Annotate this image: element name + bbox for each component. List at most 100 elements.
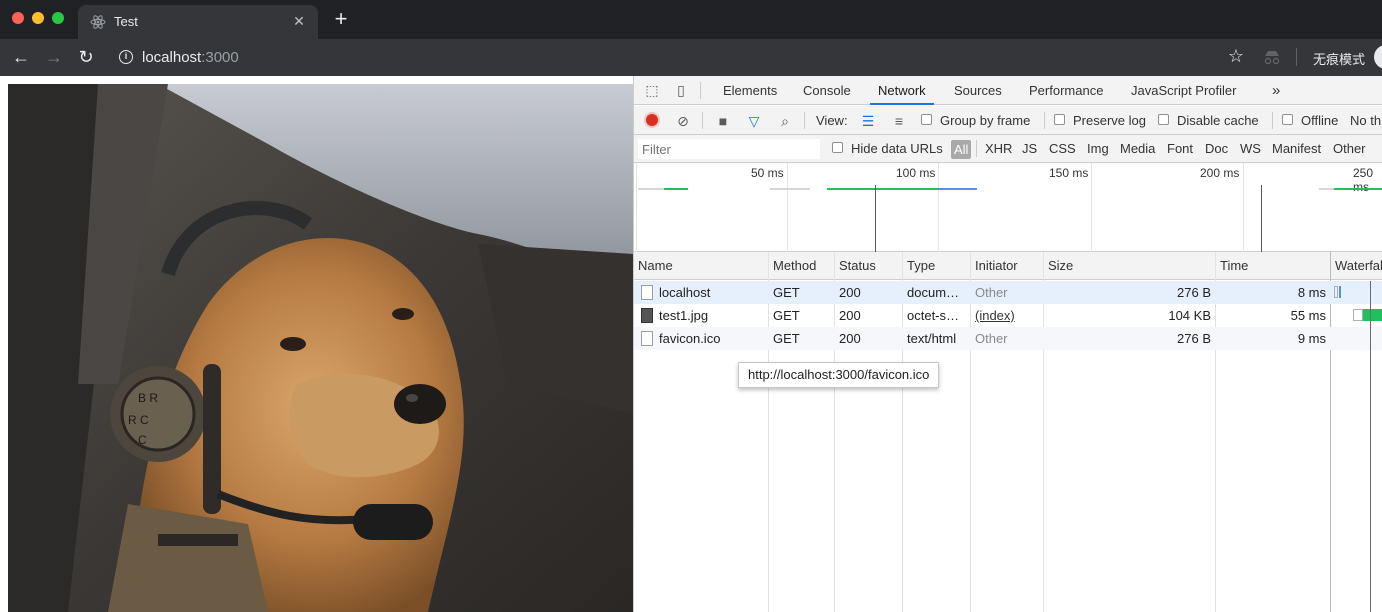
- overview-tick-label: 150 ms: [1049, 166, 1089, 180]
- column-name[interactable]: Name: [634, 252, 673, 280]
- tab-elements[interactable]: Elements: [723, 76, 777, 105]
- group-by-frame-label[interactable]: Group by frame: [940, 113, 1030, 128]
- tab-javascript-profiler[interactable]: JavaScript Profiler: [1131, 76, 1236, 105]
- site-info-icon[interactable]: i: [119, 50, 133, 64]
- minimize-window-button[interactable]: [32, 12, 44, 24]
- tab-console[interactable]: Console: [803, 76, 851, 105]
- request-initiator: Other: [975, 331, 1008, 346]
- close-window-button[interactable]: [12, 12, 24, 24]
- request-type: docum…: [907, 285, 960, 300]
- bookmark-star-icon[interactable]: ☆: [1228, 46, 1244, 67]
- react-icon: [90, 15, 106, 29]
- tabbar-divider: [700, 82, 701, 99]
- requests-table-header: Name Method Status Type Initiator Size T…: [634, 252, 1382, 280]
- offline-checkbox[interactable]: [1282, 114, 1293, 125]
- filter-type-all[interactable]: All: [951, 140, 972, 159]
- profile-avatar[interactable]: [1374, 45, 1382, 69]
- table-row[interactable]: localhost GET 200 docum… Other 276 B 8 m…: [634, 281, 1382, 304]
- disable-cache-checkbox[interactable]: [1158, 114, 1169, 125]
- overview-bar: [770, 188, 810, 190]
- reload-button[interactable]: ↻: [74, 45, 98, 69]
- filter-type-xhr[interactable]: XHR: [985, 141, 1012, 159]
- network-overview[interactable]: 50 ms 100 ms 150 ms 200 ms 250 ms: [634, 163, 1382, 252]
- hide-data-urls-checkbox[interactable]: [832, 142, 843, 153]
- filter-input[interactable]: [638, 139, 820, 159]
- tab-sources[interactable]: Sources: [954, 76, 1002, 105]
- svg-text:R C: R C: [128, 413, 149, 427]
- table-row[interactable]: test1.jpg GET 200 octet-s… (index) 104 K…: [634, 304, 1382, 327]
- url-port: :3000: [201, 49, 239, 66]
- browser-tab[interactable]: Test ✕: [78, 5, 318, 39]
- search-icon[interactable]: ⌕: [776, 112, 794, 130]
- new-tab-button[interactable]: +: [330, 8, 352, 30]
- filter-type-font[interactable]: Font: [1167, 141, 1193, 159]
- record-button[interactable]: [644, 112, 660, 128]
- request-time: 8 ms: [1297, 285, 1326, 300]
- request-name[interactable]: localhost: [659, 281, 767, 304]
- svg-text:C: C: [138, 433, 147, 447]
- overview-gridline: [938, 163, 939, 252]
- request-size: 276 B: [1177, 285, 1211, 300]
- preserve-log-label[interactable]: Preserve log: [1073, 113, 1146, 128]
- filter-type-css[interactable]: CSS: [1049, 141, 1076, 159]
- tab-close-icon[interactable]: ✕: [290, 12, 308, 30]
- filter-type-js[interactable]: JS: [1022, 141, 1037, 159]
- column-type[interactable]: Type: [903, 252, 935, 280]
- column-method[interactable]: Method: [769, 252, 816, 280]
- tab-performance[interactable]: Performance: [1029, 76, 1103, 105]
- column-time[interactable]: Time: [1216, 252, 1248, 280]
- column-status[interactable]: Status: [835, 252, 876, 280]
- filter-funnel-icon[interactable]: ▽: [745, 112, 763, 130]
- page-viewport: B R R C C: [0, 76, 633, 612]
- back-button[interactable]: ←: [9, 45, 33, 69]
- toolbar-divider: [702, 112, 703, 129]
- clear-icon[interactable]: ⊘: [674, 112, 692, 130]
- overview-gridline: [1243, 163, 1244, 252]
- toolbar-divider: [804, 112, 805, 129]
- address-bar[interactable]: i localhost:3000 ☆: [108, 43, 1258, 72]
- overview-dom-event-marker: [875, 185, 876, 252]
- column-size[interactable]: Size: [1044, 252, 1073, 280]
- filter-type-img[interactable]: Img: [1087, 141, 1109, 159]
- tab-network[interactable]: Network: [870, 76, 934, 105]
- request-time: 55 ms: [1290, 308, 1326, 323]
- filter-type-manifest[interactable]: Manifest: [1272, 141, 1321, 159]
- filter-type-other[interactable]: Other: [1333, 141, 1366, 159]
- network-filterbar: Hide data URLs All XHR JS CSS Img Media …: [634, 135, 1382, 163]
- disable-cache-label[interactable]: Disable cache: [1177, 113, 1259, 128]
- maximize-window-button[interactable]: [52, 12, 64, 24]
- waterfall-bar: [1363, 309, 1382, 321]
- image-icon: [641, 308, 653, 323]
- incognito-label[interactable]: 无痕模式: [1313, 49, 1365, 68]
- preserve-log-checkbox[interactable]: [1054, 114, 1065, 125]
- request-size: 276 B: [1177, 331, 1211, 346]
- overview-waterfall-icon[interactable]: ≡: [890, 112, 908, 130]
- offline-label[interactable]: Offline: [1301, 113, 1338, 128]
- device-toolbar-icon[interactable]: ▯: [672, 81, 690, 99]
- filter-type-media[interactable]: Media: [1120, 141, 1155, 159]
- screenshot-camera-icon[interactable]: ■: [714, 112, 732, 130]
- more-tabs-icon[interactable]: »: [1272, 76, 1280, 105]
- throttling-select[interactable]: No th: [1350, 113, 1381, 128]
- request-initiator-link[interactable]: (index): [975, 304, 1015, 327]
- incognito-icon: [1264, 51, 1280, 65]
- devtools-tabbar: ⬚ ▯ Elements Console Network Sources Per…: [634, 76, 1382, 105]
- request-status: 200: [839, 331, 861, 346]
- forward-button[interactable]: →: [42, 45, 66, 69]
- inspect-element-icon[interactable]: ⬚: [643, 81, 661, 99]
- column-initiator[interactable]: Initiator: [971, 252, 1018, 280]
- large-rows-icon[interactable]: ☰: [859, 112, 877, 130]
- group-by-frame-checkbox[interactable]: [921, 114, 932, 125]
- hide-data-urls-label[interactable]: Hide data URLs: [851, 141, 943, 159]
- filter-type-doc[interactable]: Doc: [1205, 141, 1228, 159]
- request-status: 200: [839, 308, 861, 323]
- view-label: View:: [816, 113, 848, 128]
- request-name[interactable]: test1.jpg: [659, 304, 767, 327]
- request-time: 9 ms: [1297, 331, 1326, 346]
- svg-text:B R: B R: [138, 391, 158, 405]
- toolbar-divider: [1296, 48, 1297, 66]
- request-name[interactable]: favicon.ico: [659, 327, 767, 350]
- filter-type-ws[interactable]: WS: [1240, 141, 1261, 159]
- column-waterfall[interactable]: Waterfall: [1331, 252, 1382, 280]
- table-row[interactable]: favicon.ico GET 200 text/html Other 276 …: [634, 327, 1382, 350]
